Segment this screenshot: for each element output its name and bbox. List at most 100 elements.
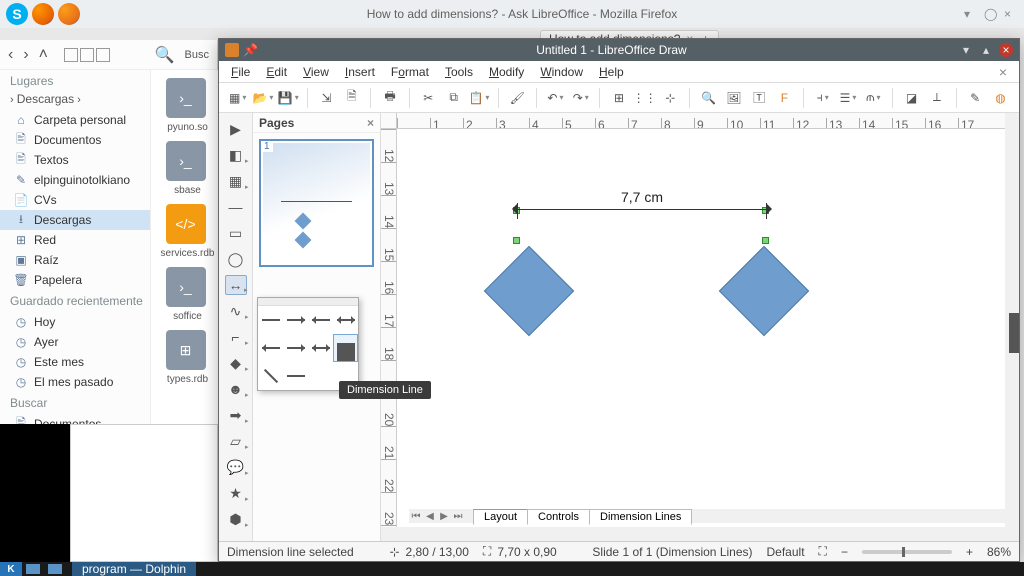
- pin-icon[interactable]: 📌: [243, 43, 258, 57]
- pdf-button[interactable]: 🗎: [341, 87, 362, 109]
- line-both-arrow[interactable]: [333, 306, 358, 334]
- ellipse-tool[interactable]: ◯: [225, 249, 247, 269]
- tab-dimlines[interactable]: Dimension Lines: [589, 509, 692, 525]
- page-thumbnail[interactable]: 1: [259, 139, 374, 267]
- menu-view[interactable]: View: [297, 63, 335, 81]
- ruler-horizontal[interactable]: 1234567891011121314151617: [397, 113, 1005, 129]
- search-input[interactable]: Busc: [185, 49, 209, 61]
- file-item[interactable]: ⊞types.rdb: [159, 330, 213, 385]
- fill-tool[interactable]: ▦: [225, 171, 247, 191]
- status-style[interactable]: Default: [767, 545, 805, 559]
- save-button[interactable]: 💾: [278, 87, 299, 109]
- window-maximize-icon[interactable]: ◯: [984, 7, 998, 21]
- copy-button[interactable]: ⧉: [443, 87, 464, 109]
- doc-close-icon[interactable]: ×: [993, 64, 1013, 80]
- ruler-vertical[interactable]: 12131415161718192021222324: [381, 129, 397, 527]
- arrows-tool[interactable]: ↔: [225, 275, 247, 295]
- guides-button[interactable]: ⊹: [660, 87, 681, 109]
- breadcrumb[interactable]: Descargas: [17, 92, 74, 106]
- window-close-icon[interactable]: ×: [1004, 7, 1018, 21]
- status-zoom[interactable]: 86%: [987, 545, 1011, 559]
- export-button[interactable]: ⇲: [316, 87, 337, 109]
- cut-button[interactable]: ✂: [418, 87, 439, 109]
- undo-button[interactable]: ↶: [545, 87, 566, 109]
- file-item[interactable]: ›_soffice: [159, 267, 213, 322]
- firefox-icon[interactable]: [32, 3, 54, 25]
- tab-controls[interactable]: Controls: [527, 509, 590, 525]
- menu-window[interactable]: Window: [534, 63, 589, 81]
- nav-up-icon[interactable]: ˄: [39, 46, 48, 64]
- curve-tool[interactable]: ∿: [225, 301, 247, 321]
- menu-file[interactable]: File: [225, 63, 256, 81]
- line-start-dot[interactable]: [258, 334, 283, 362]
- block-arrows-tool[interactable]: ➡: [225, 405, 247, 425]
- fontwork-button[interactable]: F: [774, 87, 795, 109]
- basic-shapes-tool[interactable]: ◆: [225, 353, 247, 373]
- zoom-in-icon[interactable]: +: [966, 545, 973, 559]
- clone-format-button[interactable]: 🖌: [507, 87, 528, 109]
- crop-button[interactable]: ⟂: [926, 87, 947, 109]
- shadow-button[interactable]: ◪: [901, 87, 922, 109]
- view-compact[interactable]: [80, 48, 94, 62]
- sidebar-expand-handle[interactable]: [1009, 313, 1019, 353]
- line-plain[interactable]: [258, 306, 283, 334]
- kde-menu-icon[interactable]: K: [0, 562, 22, 576]
- tab-last-icon[interactable]: ⏭: [451, 509, 465, 523]
- extrude-button[interactable]: ◍: [990, 87, 1011, 109]
- tab-prev-icon[interactable]: ◀: [423, 509, 437, 523]
- arrange-button[interactable]: ☰: [837, 87, 858, 109]
- tab-layout[interactable]: Layout: [473, 509, 528, 525]
- menu-edit[interactable]: Edit: [260, 63, 293, 81]
- lo-close-icon[interactable]: [999, 43, 1013, 57]
- line-start-arrow[interactable]: [308, 306, 333, 334]
- search-icon[interactable]: 🔍: [155, 45, 175, 65]
- file-item[interactable]: </>services.rdb: [159, 204, 213, 259]
- menu-modify[interactable]: Modify: [483, 63, 530, 81]
- diamond-shape[interactable]: [484, 246, 575, 337]
- image-button[interactable]: 🖼: [723, 87, 744, 109]
- select-tool[interactable]: ▶: [225, 119, 247, 139]
- zoom-slider[interactable]: [862, 550, 952, 554]
- textbox-button[interactable]: 🅃: [749, 87, 770, 109]
- lo-maximize-icon[interactable]: [979, 43, 993, 57]
- selection-handle[interactable]: [513, 237, 520, 244]
- tab-next-icon[interactable]: ▶: [437, 509, 451, 523]
- new-button[interactable]: ▦: [227, 87, 248, 109]
- menu-help[interactable]: Help: [593, 63, 630, 81]
- taskbar-entry-dolphin[interactable]: program — Dolphin: [72, 562, 196, 576]
- line-end-dot[interactable]: [283, 334, 308, 362]
- redo-button[interactable]: ↷: [570, 87, 591, 109]
- line-plain-2[interactable]: [283, 362, 308, 390]
- file-item[interactable]: ›_pyuno.so: [159, 78, 213, 133]
- zoom-fit-icon[interactable]: ⛶: [819, 544, 827, 559]
- menu-format[interactable]: Format: [385, 63, 435, 81]
- line-end-arrow[interactable]: [283, 306, 308, 334]
- selection-handle[interactable]: [762, 237, 769, 244]
- effects-button[interactable]: ✎: [965, 87, 986, 109]
- flowchart-tool[interactable]: ▱: [225, 431, 247, 451]
- dimension-line-tool[interactable]: [333, 334, 358, 362]
- window-minimize-icon[interactable]: ▾: [964, 7, 978, 21]
- callout-tool[interactable]: 💬: [225, 457, 247, 477]
- print-button[interactable]: 🖶: [379, 87, 400, 109]
- lo-minimize-icon[interactable]: [959, 43, 973, 57]
- zoom-out-icon[interactable]: −: [841, 545, 848, 559]
- connector-tool[interactable]: ⌐: [225, 327, 247, 347]
- line-45[interactable]: [258, 362, 283, 390]
- nav-forward-icon[interactable]: ›: [23, 46, 28, 64]
- skype-icon[interactable]: S: [6, 3, 28, 25]
- nav-back-icon[interactable]: ‹: [8, 46, 13, 64]
- symbol-shapes-tool[interactable]: ☻: [225, 379, 247, 399]
- line-both-dot[interactable]: [308, 334, 333, 362]
- view-details[interactable]: [96, 48, 110, 62]
- line-tool[interactable]: —: [225, 197, 247, 217]
- drawing-page[interactable]: 7,7 cm: [397, 129, 1005, 527]
- menu-tools[interactable]: Tools: [439, 63, 479, 81]
- diamond-shape[interactable]: [719, 246, 810, 337]
- line-color-tool[interactable]: ◧: [225, 145, 247, 165]
- 3d-tool[interactable]: ⬢: [225, 509, 247, 529]
- zoom-button[interactable]: 🔍: [698, 87, 719, 109]
- snap-button[interactable]: ⋮⋮: [634, 87, 656, 109]
- file-item[interactable]: ›_sbase: [159, 141, 213, 196]
- paste-button[interactable]: 📋: [468, 87, 489, 109]
